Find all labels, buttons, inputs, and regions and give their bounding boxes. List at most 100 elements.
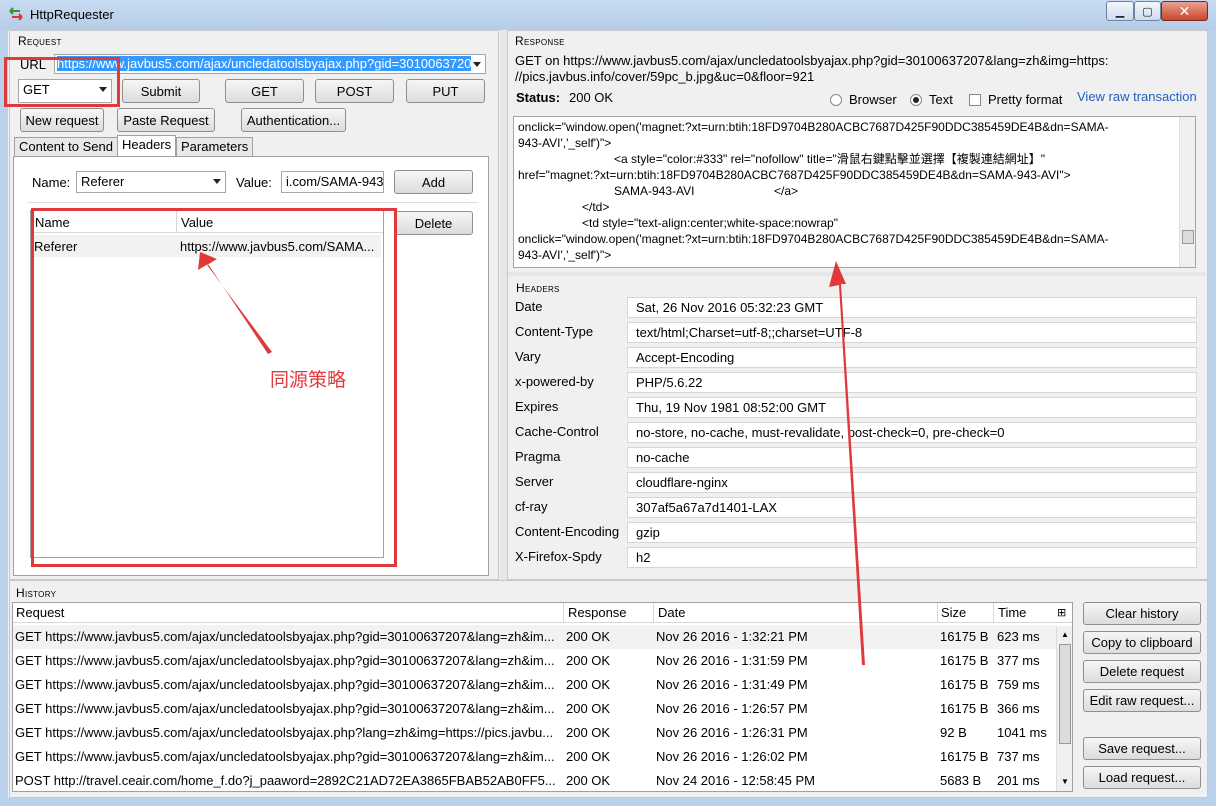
history-cell-response: 200 OK xyxy=(566,629,611,644)
save-request-button[interactable]: Save request... xyxy=(1083,737,1201,760)
authentication-button[interactable]: Authentication... xyxy=(241,108,346,132)
pretty-format-label[interactable]: Pretty format xyxy=(988,92,1062,107)
headers-section-title: Headers xyxy=(516,281,560,295)
submit-button[interactable]: Submit xyxy=(122,79,200,103)
header-value-field[interactable]: h2 xyxy=(627,547,1197,568)
header-name: Expires xyxy=(515,399,559,414)
maximize-button[interactable]: ▢ xyxy=(1134,1,1161,21)
column-divider xyxy=(563,603,564,623)
history-cell-time: 1041 ms xyxy=(997,725,1047,740)
edit-raw-request-button[interactable]: Edit raw request... xyxy=(1083,689,1201,712)
chevron-down-icon[interactable] xyxy=(473,62,481,67)
history-section-title: History xyxy=(16,586,57,600)
post-button[interactable]: POST xyxy=(315,79,394,103)
delete-request-button[interactable]: Delete request xyxy=(1083,660,1201,683)
status-label: Status: xyxy=(516,90,561,105)
app-arrows-icon xyxy=(9,7,23,21)
history-cell-request: GET https://www.javbus5.com/ajax/uncleda… xyxy=(15,749,555,764)
header-value-input[interactable]: i.com/SAMA-943 xyxy=(281,171,384,193)
history-cell-request: GET https://www.javbus5.com/ajax/uncleda… xyxy=(15,677,555,692)
scrollbar-thumb[interactable] xyxy=(1059,644,1071,744)
history-cell-date: Nov 26 2016 - 1:26:02 PM xyxy=(656,749,808,764)
header-name-combobox[interactable]: Referer xyxy=(76,171,226,193)
response-body-line: </td> xyxy=(582,200,610,214)
column-divider xyxy=(653,603,654,623)
history-column-size[interactable]: Size xyxy=(941,605,966,620)
header-name: cf-ray xyxy=(515,499,548,514)
history-cell-response: 200 OK xyxy=(566,653,611,668)
tab-content-to-send[interactable]: Content to Send xyxy=(14,137,118,157)
header-name: X-Firefox-Spdy xyxy=(515,549,602,564)
browser-radio-label[interactable]: Browser xyxy=(849,92,897,107)
history-cell-date: Nov 26 2016 - 1:32:21 PM xyxy=(656,629,808,644)
annotation-arrow-icon xyxy=(198,252,272,354)
tab-parameters[interactable]: Parameters xyxy=(176,137,254,157)
header-value-field[interactable]: text/html;Charset=utf-8;;charset=UTF-8 xyxy=(627,322,1197,343)
history-column-request[interactable]: Request xyxy=(16,605,64,620)
header-name: Pragma xyxy=(515,449,561,464)
header-value-field[interactable]: Thu, 19 Nov 1981 08:52:00 GMT xyxy=(627,397,1197,418)
view-raw-transaction-link[interactable]: View raw transaction xyxy=(1077,89,1197,104)
header-value-field[interactable]: no-cache xyxy=(627,447,1197,468)
close-button[interactable]: ✕ xyxy=(1161,1,1208,21)
history-column-date[interactable]: Date xyxy=(658,605,685,620)
scrollbar-thumb[interactable] xyxy=(1182,230,1194,244)
history-column-response[interactable]: Response xyxy=(568,605,627,620)
load-request-button[interactable]: Load request... xyxy=(1083,766,1201,789)
response-body-line: </a> xyxy=(774,184,799,198)
response-body-line: <a style="color:#333" rel="nofollow" tit… xyxy=(614,152,1046,166)
history-cell-date: Nov 26 2016 - 1:31:49 PM xyxy=(656,677,808,692)
response-body-line: 943-AVI','_self')"> xyxy=(518,248,612,262)
annotation-highlight-method xyxy=(4,57,120,107)
history-cell-size: 16175 B xyxy=(940,677,989,692)
new-request-button[interactable]: New request xyxy=(20,108,104,132)
vertical-splitter[interactable] xyxy=(500,30,507,580)
history-cell-time: 623 ms xyxy=(997,629,1040,644)
paste-request-button[interactable]: Paste Request xyxy=(117,108,215,132)
header-value-field[interactable]: gzip xyxy=(627,522,1197,543)
column-divider xyxy=(937,603,938,623)
response-body-line: <td style="text-align:center;white-space… xyxy=(582,216,838,230)
response-scrollbar[interactable] xyxy=(1179,117,1195,267)
header-value-field[interactable]: 307af5a67a7d1401-LAX xyxy=(627,497,1197,518)
text-radio-label[interactable]: Text xyxy=(929,92,953,107)
copy-to-clipboard-button[interactable]: Copy to clipboard xyxy=(1083,631,1201,654)
header-value-label: Value: xyxy=(236,175,272,190)
minimize-button[interactable]: ▁ xyxy=(1106,1,1134,21)
history-scrollbar[interactable]: ▲ ▼ xyxy=(1056,626,1072,791)
header-value-field[interactable]: no-store, no-cache, must-revalidate, pos… xyxy=(627,422,1197,443)
history-cell-size: 16175 B xyxy=(940,749,989,764)
browser-radio[interactable] xyxy=(830,94,842,106)
history-table-header xyxy=(13,603,1072,623)
header-value-field[interactable]: Accept-Encoding xyxy=(627,347,1197,368)
column-picker-icon[interactable]: ⊞ xyxy=(1057,606,1066,619)
tab-headers[interactable]: Headers xyxy=(117,135,177,157)
history-cell-date: Nov 26 2016 - 1:26:57 PM xyxy=(656,701,808,716)
history-cell-time: 377 ms xyxy=(997,653,1040,668)
put-button[interactable]: PUT xyxy=(406,79,485,103)
add-header-button[interactable]: Add xyxy=(394,170,473,194)
history-cell-size: 92 B xyxy=(940,725,967,740)
header-name: x-powered-by xyxy=(515,374,594,389)
response-body[interactable]: onclick="window.open('magnet:?xt=urn:bti… xyxy=(513,116,1196,268)
history-cell-request: POST http://travel.ceair.com/home_f.do?j… xyxy=(15,773,556,788)
scroll-up-icon[interactable]: ▲ xyxy=(1061,630,1069,639)
column-divider xyxy=(993,603,994,623)
text-radio[interactable] xyxy=(910,94,922,106)
divider xyxy=(28,202,478,203)
title-bar xyxy=(0,0,1216,30)
header-value-field[interactable]: PHP/5.6.22 xyxy=(627,372,1197,393)
pretty-format-checkbox[interactable] xyxy=(969,94,981,106)
scroll-down-icon[interactable]: ▼ xyxy=(1061,777,1069,786)
history-cell-size: 16175 B xyxy=(940,701,989,716)
history-cell-size: 16175 B xyxy=(940,653,989,668)
header-value-field[interactable]: Sat, 26 Nov 2016 05:32:23 GMT xyxy=(627,297,1197,318)
response-body-line: 943-AVI','_self')"> xyxy=(518,136,612,150)
clear-history-button[interactable]: Clear history xyxy=(1083,602,1201,625)
delete-header-button[interactable]: Delete xyxy=(394,211,473,235)
get-button[interactable]: GET xyxy=(225,79,304,103)
chevron-down-icon[interactable] xyxy=(213,179,221,184)
annotation-long-arrow-icon xyxy=(829,261,865,665)
history-column-time[interactable]: Time xyxy=(998,605,1026,620)
header-value-field[interactable]: cloudflare-nginx xyxy=(627,472,1197,493)
